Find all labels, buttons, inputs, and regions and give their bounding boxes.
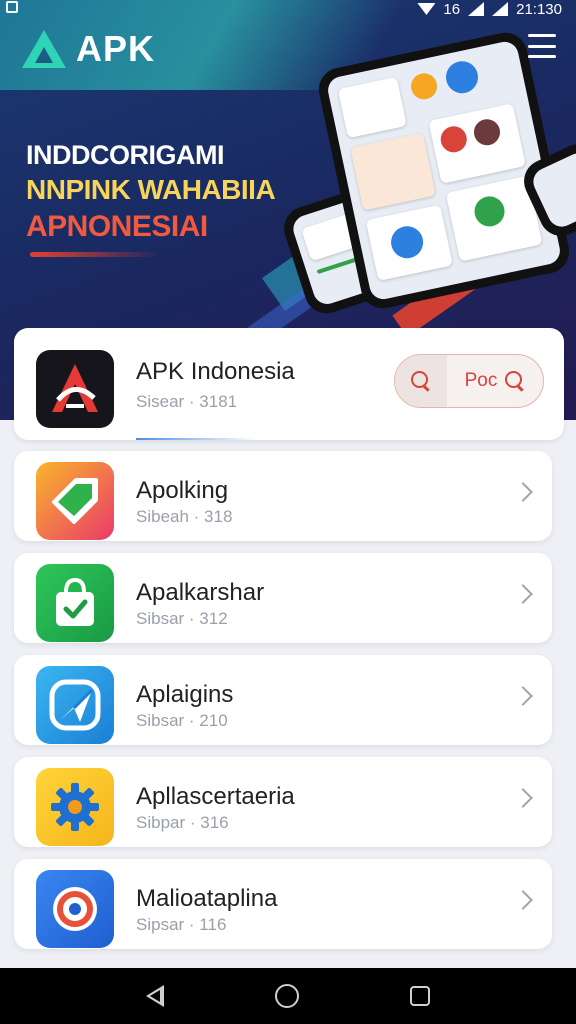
app-title: Apllascertaeria [136, 783, 295, 810]
app-list-item[interactable]: Apolking Sibeah · 318 [14, 451, 552, 541]
signal-icon [468, 2, 485, 16]
hero-underline [30, 252, 160, 257]
apk-logo-icon [22, 30, 66, 68]
app-logo[interactable]: APK [22, 28, 155, 70]
app-list-item[interactable]: Apalkarshar Sibsar · 312 [14, 553, 552, 643]
send-app-icon [36, 666, 114, 744]
app-title: Malioataplina [136, 885, 278, 912]
clock: 21:130 [516, 0, 562, 18]
app-title: Apalkarshar [136, 579, 265, 606]
app-list-item[interactable]: Apllascertaeria Sibpar · 316 [14, 757, 552, 847]
chevron-right-icon [513, 788, 533, 808]
search-icon-segment[interactable] [395, 355, 447, 407]
hamburger-menu-icon[interactable] [528, 34, 556, 58]
notification-icon [6, 1, 18, 13]
chevron-right-icon [513, 482, 533, 502]
shopping-bag-app-icon [36, 564, 114, 642]
hero-line-3: APNONESIAI [26, 210, 208, 243]
signal-icon [492, 2, 509, 16]
tag-app-icon [36, 462, 114, 540]
chevron-right-icon [513, 584, 533, 604]
app-list-item[interactable]: Aplaigins Sibsar · 210 [14, 655, 552, 745]
app-title: Apolking [136, 477, 229, 504]
back-icon[interactable] [145, 985, 164, 1007]
search-button[interactable]: Poc [394, 354, 544, 408]
target-app-icon [36, 870, 114, 948]
hero-headline: INDDCORIGAMI NNPINK WAHABIIA APNONESIAI [26, 138, 276, 246]
app-subtitle: Sibsar · 210 [136, 711, 228, 730]
system-navigation-bar [0, 968, 576, 1024]
wifi-icon [417, 3, 436, 15]
app-subtitle: Sibsar · 312 [136, 609, 228, 628]
accent-divider [136, 438, 256, 440]
search-icon [411, 371, 431, 391]
search-icon [505, 371, 525, 391]
logo-text: APK [76, 28, 156, 69]
chevron-right-icon [513, 890, 533, 910]
gear-app-icon [36, 768, 114, 846]
network-label: 16 [443, 0, 461, 18]
hero-line-2: NNPINK WAHABIIA [26, 174, 276, 205]
app-title: APK Indonesia [136, 358, 295, 385]
recent-apps-icon[interactable] [410, 986, 431, 1006]
chevron-right-icon [513, 686, 533, 706]
search-label: Poc [464, 370, 498, 391]
home-icon[interactable] [274, 984, 299, 1008]
apk-indonesia-app-icon [36, 350, 114, 428]
app-list-item[interactable]: Malioataplina Sipsar · 116 [14, 859, 552, 949]
app-subtitle: Sisear · 3181 [136, 392, 238, 411]
search-label-segment[interactable]: Poc [447, 355, 543, 407]
app-subtitle: Sibeah · 318 [136, 507, 233, 526]
app-subtitle: Sipsar · 116 [136, 915, 227, 934]
app-title: Aplaigins [136, 681, 234, 708]
hero-line-1: INDDCORIGAMI [26, 140, 225, 170]
status-bar: 16 21:130 [0, 0, 576, 18]
app-subtitle: Sibpar · 316 [136, 813, 229, 832]
featured-app-card[interactable]: APK Indonesia Sisear · 3181 Poc [14, 328, 564, 440]
